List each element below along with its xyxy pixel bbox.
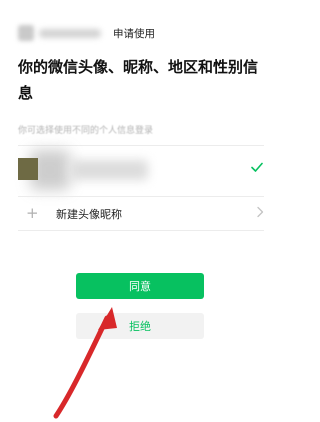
divider xyxy=(18,196,264,197)
new-profile-option[interactable]: + 新建头像昵称 xyxy=(0,198,282,228)
app-name-redacted xyxy=(39,28,101,38)
divider xyxy=(18,230,264,231)
profile-option-current[interactable] xyxy=(0,146,282,196)
authorization-page: 申请使用 你的微信头像、昵称、地区和性别信息 你可选择使用不同的个人信息登录 +… xyxy=(0,0,282,422)
new-profile-label: 新建头像昵称 xyxy=(56,208,122,221)
reject-button[interactable]: 拒绝 xyxy=(76,313,204,339)
chevron-right-icon xyxy=(257,206,264,218)
avatar xyxy=(18,158,38,180)
plus-icon: + xyxy=(26,204,39,222)
request-label: 申请使用 xyxy=(113,27,155,40)
page-title: 你的微信头像、昵称、地区和性别信息 xyxy=(18,58,259,102)
app-header: 申请使用 xyxy=(18,24,155,42)
check-icon xyxy=(251,162,263,172)
app-logo xyxy=(18,25,34,41)
nickname-redacted xyxy=(70,160,148,180)
agree-button[interactable]: 同意 xyxy=(76,273,204,299)
hint-text: 你可选择使用不同的个人信息登录 xyxy=(18,126,154,136)
